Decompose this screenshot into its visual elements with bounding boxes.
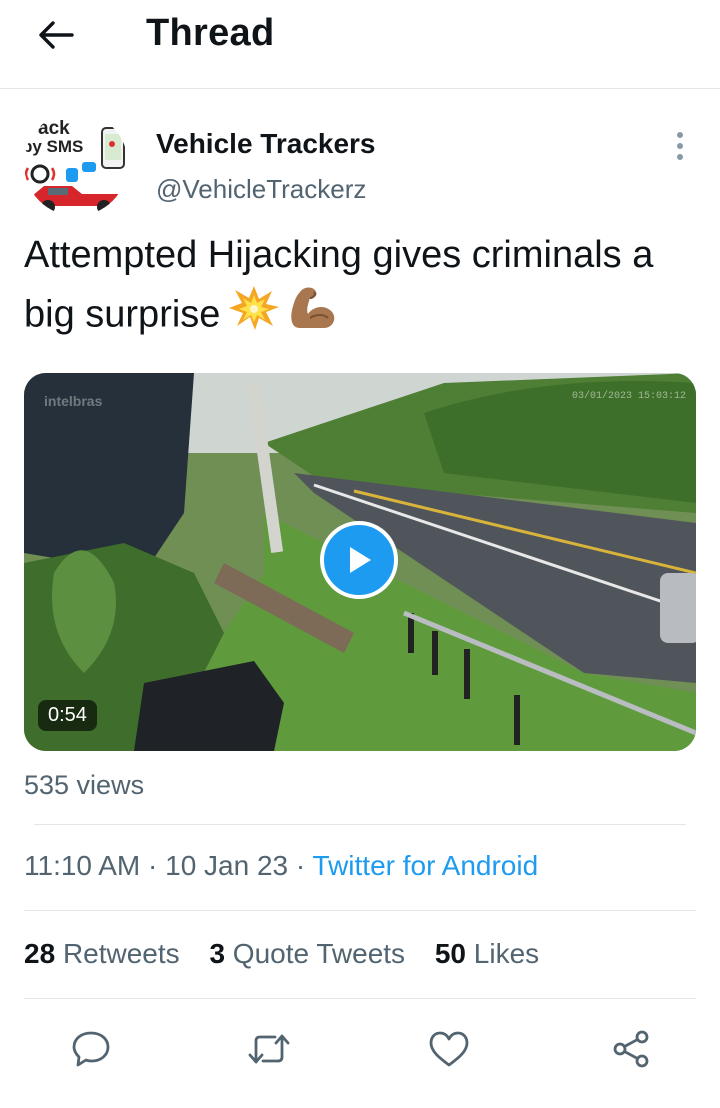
author-name[interactable]: Vehicle Trackers [156, 128, 376, 160]
retweet-icon [248, 1034, 290, 1064]
share-icon [613, 1030, 649, 1068]
quote-tweets-label: Quote Tweets [232, 938, 406, 969]
avatar-text-mid: by SMS [24, 137, 83, 156]
quote-tweets-stat[interactable]: 3 Quote Tweets [209, 938, 405, 969]
share-button[interactable] [606, 1026, 656, 1072]
tweet-text: Attempted Hijacking gives criminals a bi… [24, 226, 694, 349]
avatar-text-top: ack [38, 118, 70, 139]
tweet-body: Attempted Hijacking gives criminals a bi… [24, 234, 654, 336]
like-icon [429, 1031, 469, 1067]
divider [24, 910, 696, 911]
author-handle[interactable]: @VehicleTrackerz [156, 174, 366, 205]
camera-timestamp: 03/01/2023 15:03:12 [571, 391, 686, 402]
likes-label: Likes [473, 938, 540, 969]
camera-watermark: intelbras [44, 393, 103, 409]
play-icon [350, 547, 371, 573]
back-button[interactable] [30, 12, 82, 58]
page-title: Thread [146, 12, 275, 54]
retweet-button[interactable] [244, 1026, 294, 1072]
quote-tweets-count: 3 [209, 938, 226, 969]
arrow-left-icon [39, 21, 74, 49]
reply-icon [72, 1031, 110, 1067]
collision-emoji [228, 285, 280, 348]
avatar[interactable]: ack by SMS [24, 112, 128, 216]
retweets-count: 28 [24, 938, 56, 969]
likes-stat[interactable]: 50 Likes [435, 938, 539, 969]
flexed-biceps-emoji [288, 284, 338, 349]
tweet-source-link[interactable]: Twitter for Android [313, 850, 539, 881]
view-count: 535 views [24, 770, 145, 800]
engagement-stats: 28 Retweets 3 Quote Tweets 50 Likes [24, 938, 561, 970]
divider [24, 998, 696, 999]
more-options-icon[interactable] [664, 128, 696, 164]
divider [34, 824, 686, 825]
reply-button[interactable] [66, 1026, 116, 1072]
likes-count: 50 [434, 938, 466, 969]
retweets-label: Retweets [62, 938, 180, 969]
video-player[interactable]: intelbras 03/01/2023 15:03:12 0:54 [24, 373, 696, 751]
tweet-time: 11:10 AM [24, 850, 141, 881]
video-duration: 0:54 [38, 700, 97, 731]
top-bar: Thread [0, 0, 720, 89]
tweet-date: 10 Jan 23 [165, 850, 289, 881]
tweet-metadata: 11:10 AM · 10 Jan 23 · Twitter for Andro… [24, 850, 539, 881]
retweets-stat[interactable]: 28 Retweets [24, 938, 180, 969]
like-button[interactable] [424, 1026, 474, 1072]
play-button[interactable] [320, 521, 398, 599]
